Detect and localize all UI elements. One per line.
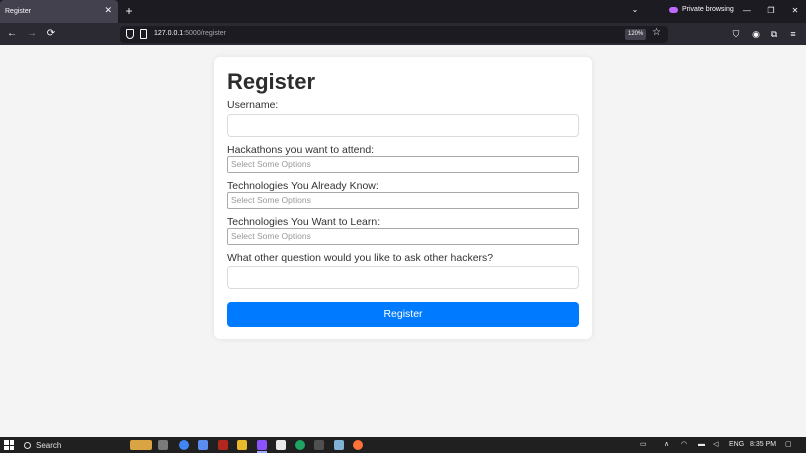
zoom-level-button[interactable]: 120% xyxy=(625,29,647,40)
learn-technologies-select[interactable]: Select Some Options xyxy=(227,228,579,245)
learn-technologies-placeholder: Select Some Options xyxy=(231,231,311,241)
taskbar: Search ▭ ∧ ◠ ▬ ◁ ENG 8:35 PM ▢ xyxy=(0,437,806,453)
widgets-icon[interactable] xyxy=(130,440,152,450)
notifications-icon[interactable]: ▢ xyxy=(785,440,792,450)
question-input[interactable] xyxy=(227,266,579,289)
private-mask-icon xyxy=(669,6,678,13)
url-path: :5000/register xyxy=(183,30,227,37)
back-icon[interactable]: ← xyxy=(5,27,19,41)
volume-icon[interactable]: ◁ xyxy=(713,440,718,450)
hackathons-select[interactable]: Select Some Options xyxy=(227,156,579,173)
private-browsing-indicator: Private browsing xyxy=(669,6,734,13)
tab-register[interactable]: Register ✕ xyxy=(0,0,118,23)
clock[interactable]: 8:35 PM xyxy=(750,440,776,450)
close-tab-icon[interactable]: ✕ xyxy=(104,5,112,16)
known-technologies-placeholder: Select Some Options xyxy=(231,195,311,205)
tab-title: Register xyxy=(5,8,32,15)
battery-icon[interactable]: ▬ xyxy=(698,440,705,450)
question-label: What other question would you like to as… xyxy=(227,252,494,264)
restore-icon[interactable]: ❐ xyxy=(763,4,779,18)
edge-icon[interactable] xyxy=(295,440,305,450)
register-button[interactable]: Register xyxy=(227,302,579,327)
show-hidden-icons-icon[interactable]: ∧ xyxy=(664,440,669,450)
extensions-icon[interactable]: ⧉ xyxy=(767,27,781,41)
chrome-icon[interactable] xyxy=(179,440,189,450)
list-tabs-icon[interactable]: ⌄ xyxy=(628,5,642,18)
learn-technologies-label: Technologies You Want to Learn: xyxy=(227,216,381,228)
url-host: 127.0.0.1 xyxy=(154,30,184,37)
page-info-icon[interactable] xyxy=(140,29,147,39)
close-window-icon[interactable]: ✕ xyxy=(787,4,803,18)
app-icon[interactable] xyxy=(218,440,228,450)
url-text[interactable]: 127.0.0.1:5000/register xyxy=(154,30,226,37)
hackathons-label: Hackathons you want to attend: xyxy=(227,144,375,156)
page-title: Register xyxy=(227,69,316,94)
firefox-private-icon[interactable] xyxy=(257,440,267,450)
address-bar[interactable]: 127.0.0.1:5000/register 120% ☆ xyxy=(120,26,668,43)
reload-icon[interactable]: ⟳ xyxy=(44,27,58,41)
minimize-icon[interactable]: — xyxy=(739,4,755,18)
username-label: Username: xyxy=(227,99,279,111)
wifi-icon[interactable]: ◠ xyxy=(681,440,687,450)
language-indicator[interactable]: ENG xyxy=(729,440,744,450)
app-icon-2[interactable] xyxy=(334,440,344,450)
new-tab-button[interactable]: + xyxy=(122,3,136,19)
notepad-icon[interactable] xyxy=(276,440,286,450)
keyboard-icon[interactable]: ▭ xyxy=(640,440,647,450)
windows-start-icon[interactable] xyxy=(4,440,14,450)
known-technologies-label: Technologies You Already Know: xyxy=(227,180,379,192)
bookmark-star-icon[interactable]: ☆ xyxy=(652,27,661,38)
username-input[interactable] xyxy=(227,114,579,137)
firefox-icon[interactable] xyxy=(353,440,363,450)
terminal-icon[interactable] xyxy=(314,440,324,450)
file-explorer-icon[interactable] xyxy=(237,440,247,450)
register-card: Register Username: Hackathons you want t… xyxy=(214,57,592,339)
private-browsing-label: Private browsing xyxy=(682,6,734,13)
menu-icon[interactable]: ≡ xyxy=(786,27,800,41)
forward-icon[interactable]: → xyxy=(25,27,39,41)
taskbar-search[interactable]: Search xyxy=(24,439,124,451)
browser-tab-bar: Register ✕ + ⌄ Private browsing — ❐ ✕ xyxy=(0,0,806,23)
pocket-icon[interactable]: ⛉ xyxy=(729,27,743,41)
hackathons-placeholder: Select Some Options xyxy=(231,159,311,169)
browser-toolbar: ← → ⟳ 127.0.0.1:5000/register 120% ☆ ⛉ ◉… xyxy=(0,23,806,45)
taskbar-search-label: Search xyxy=(36,440,62,450)
known-technologies-select[interactable]: Select Some Options xyxy=(227,192,579,209)
vscode-icon[interactable] xyxy=(198,440,208,450)
search-icon xyxy=(24,441,31,449)
tracking-shield-icon[interactable] xyxy=(126,29,134,39)
account-icon[interactable]: ◉ xyxy=(749,27,763,41)
task-view-icon[interactable] xyxy=(158,440,168,450)
